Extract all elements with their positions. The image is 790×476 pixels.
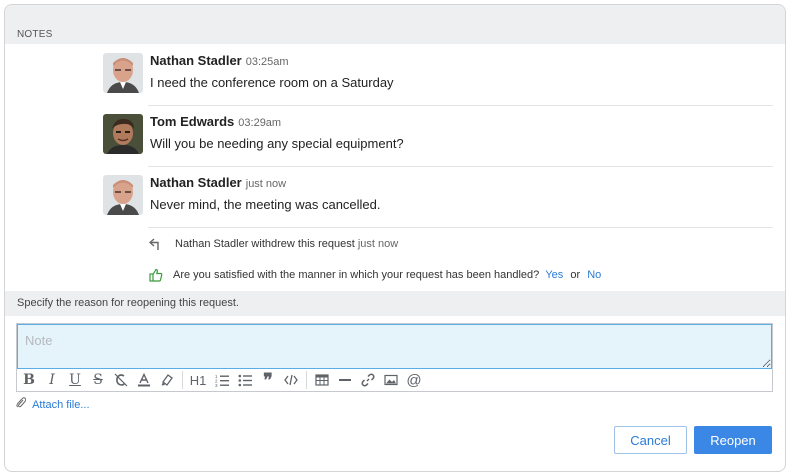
withdraw-text: Nathan Stadler withdrew this request [175, 238, 355, 250]
notes-section-header: NOTES [5, 5, 785, 44]
note-message: Never mind, the meeting was cancelled. [150, 197, 381, 212]
code-icon[interactable] [282, 371, 300, 389]
satisfaction-prompt: Are you satisfied with the manner in whi… [149, 268, 601, 282]
italic-icon[interactable]: I [43, 371, 61, 389]
bullet-list-icon[interactable] [236, 371, 254, 389]
divider [148, 166, 773, 167]
note-author: Nathan Stadler 03:25am [150, 53, 289, 68]
author-name: Nathan Stadler [150, 53, 242, 68]
divider [148, 105, 773, 106]
divider [148, 227, 773, 228]
toolbar-separator [306, 371, 307, 389]
note-input[interactable] [17, 324, 772, 369]
withdraw-time: just now [357, 238, 399, 250]
reopen-reason-bar: Specify the reason for reopening this re… [5, 291, 785, 316]
avatar [103, 53, 143, 93]
note-message: I need the conference room on a Saturday [150, 75, 394, 90]
clear-format-icon[interactable] [112, 371, 130, 389]
image-icon[interactable] [382, 371, 400, 389]
toolbar-separator [182, 371, 183, 389]
highlight-icon[interactable] [158, 371, 176, 389]
quote-icon[interactable]: ❞ [259, 370, 277, 390]
avatar [103, 114, 143, 154]
link-icon[interactable] [359, 371, 377, 389]
attach-file-label: Attach file... [32, 399, 90, 411]
ordered-list-icon[interactable]: 123 [213, 371, 231, 389]
satisfaction-no-link[interactable]: No [587, 269, 601, 281]
note-time: 03:29am [238, 117, 282, 129]
satisfaction-yes-link[interactable]: Yes [545, 269, 563, 281]
mention-icon[interactable]: @ [405, 371, 423, 389]
note-time: 03:25am [245, 56, 289, 68]
note-editor: B I U S H1 123 ❞ [16, 323, 773, 392]
heading-icon[interactable]: H1 [189, 371, 207, 389]
satisfaction-or: or [570, 269, 581, 281]
editor-toolbar: B I U S H1 123 ❞ @ [17, 369, 772, 391]
withdraw-event: Nathan Stadler withdrew this request jus… [148, 238, 399, 250]
attach-file-link[interactable]: Attach file... [16, 397, 90, 411]
cancel-button[interactable]: Cancel [614, 426, 687, 454]
withdraw-arrow-icon [148, 237, 163, 254]
author-name: Tom Edwards [150, 114, 235, 129]
notes-panel: NOTES Nathan Stadler 03:25am I need the c… [4, 4, 786, 472]
reopen-reason-prompt: Specify the reason for reopening this re… [17, 297, 239, 309]
reopen-button[interactable]: Reopen [694, 426, 772, 454]
underline-icon[interactable]: U [66, 371, 84, 389]
notes-section-title: NOTES [17, 29, 53, 40]
note-author: Nathan Stadler just now [150, 175, 286, 190]
note-author: Tom Edwards 03:29am [150, 114, 281, 129]
note-time: just now [245, 178, 287, 190]
text-color-icon[interactable] [135, 371, 153, 389]
paperclip-icon [16, 397, 29, 411]
horizontal-rule-icon[interactable] [336, 371, 354, 389]
author-name: Nathan Stadler [150, 175, 242, 190]
avatar [103, 175, 143, 215]
svg-text:3: 3 [215, 383, 218, 387]
satisfaction-question: Are you satisfied with the manner in whi… [173, 269, 540, 281]
strikethrough-icon[interactable]: S [89, 371, 107, 389]
note-message: Will you be needing any special equipmen… [150, 136, 404, 151]
table-icon[interactable] [313, 371, 331, 389]
thumbs-up-icon [149, 268, 163, 285]
bold-icon[interactable]: B [20, 371, 38, 389]
